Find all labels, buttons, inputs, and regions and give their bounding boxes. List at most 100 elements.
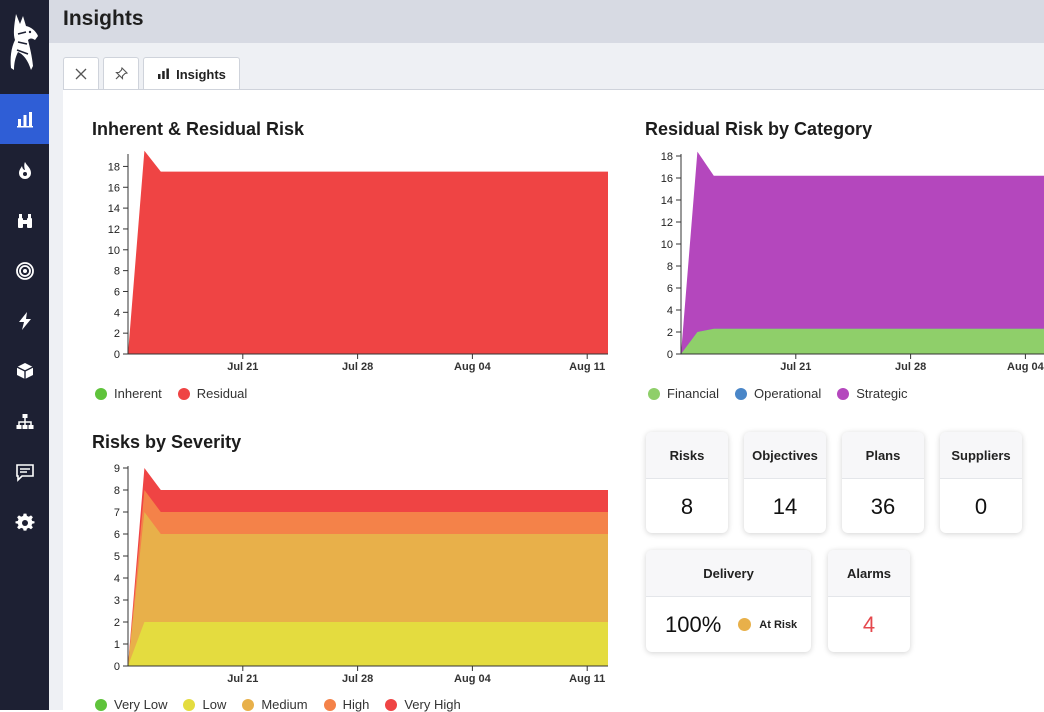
y-tick-label: 3 [114, 595, 120, 607]
legend-label: Inherent [114, 386, 162, 401]
legend-residual-by-category: Financial Operational Strategic [648, 386, 908, 401]
legend-swatch [385, 698, 398, 711]
x-tick-label: Jul 21 [227, 361, 258, 373]
y-tick-label: 0 [114, 349, 120, 361]
stat-label: Suppliers [940, 432, 1022, 479]
y-tick-label: 2 [114, 617, 120, 629]
top-bar: Insights [49, 0, 1044, 43]
stat-card-delivery[interactable]: Delivery 100% At Risk [646, 550, 811, 652]
y-tick-label: 5 [114, 551, 120, 563]
legend-label: Strategic [856, 386, 908, 401]
chat-icon [15, 464, 34, 482]
stat-label: Risks [646, 432, 728, 479]
delivery-body: 100% At Risk [646, 597, 811, 652]
area-series-strategic[interactable] [681, 151, 1044, 354]
tab-label: Insights [176, 66, 226, 82]
stat-card-alarms[interactable]: Alarms 4 [828, 550, 910, 652]
area-series-financial[interactable] [681, 328, 1044, 354]
y-tick-label: 4 [114, 307, 120, 319]
sidebar [0, 0, 49, 710]
sidebar-item-plans[interactable] [0, 296, 49, 346]
y-tick-label: 8 [667, 261, 673, 273]
sidebar-item-settings[interactable] [0, 498, 49, 548]
bar-chart-icon [158, 68, 169, 79]
stat-label: Alarms [828, 550, 910, 597]
legend-swatch [837, 387, 850, 400]
llama-logo-icon[interactable] [6, 10, 44, 74]
lightning-icon [18, 312, 31, 330]
sidebar-item-risks[interactable] [0, 145, 49, 195]
gear-icon [15, 513, 34, 531]
delivery-status: At Risk [738, 618, 797, 631]
y-tick-label: 4 [114, 573, 120, 585]
residual-by-category-chart: 0 2 4 6 8 10 12 14 16 18 Jul 21 Jul 28 Aug 04 [661, 151, 1044, 373]
legend-swatch [95, 387, 107, 400]
y-tick-label: 18 [661, 151, 673, 163]
legend-swatch [323, 698, 336, 711]
stat-value: 36 [870, 493, 896, 519]
y-tick-label: 6 [667, 283, 673, 295]
y-tick-label: 18 [108, 161, 120, 173]
sidebar-item-insights[interactable] [0, 94, 49, 144]
tab-close-button[interactable] [63, 57, 99, 89]
x-tick-label: Jul 28 [895, 361, 926, 373]
x-tick-label: Aug 11 [569, 361, 605, 373]
tab-insights[interactable]: Insights [143, 57, 240, 90]
x-tick-label: Aug 04 [454, 673, 492, 685]
y-tick-label: 14 [108, 203, 120, 215]
y-tick-label: 4 [667, 305, 673, 317]
target-icon [15, 262, 34, 280]
stat-value: 0 [974, 493, 988, 519]
page-title: Insights [63, 7, 144, 30]
stat-value: 100% [665, 611, 722, 637]
sitemap-icon [16, 414, 33, 429]
chart-title-inherent-residual: Inherent & Residual Risk [92, 119, 305, 139]
y-tick-label: 9 [114, 463, 120, 475]
x-tick-label: Jul 21 [227, 673, 258, 685]
legend-swatch [735, 387, 748, 400]
legend-label: Operational [754, 386, 822, 401]
stat-card-risks[interactable]: Risks 8 [646, 432, 728, 533]
stat-label: Delivery [646, 550, 811, 597]
stat-value: 14 [772, 493, 798, 519]
stat-card-suppliers[interactable]: Suppliers 0 [940, 432, 1022, 533]
close-icon [75, 68, 87, 79]
legend-swatch [95, 698, 107, 711]
sidebar-item-org[interactable] [0, 397, 49, 447]
tab-pin-button[interactable] [103, 57, 139, 89]
area-series-low[interactable] [128, 622, 608, 666]
bar-chart-icon [16, 112, 33, 128]
legend-item-residual[interactable]: Residual [177, 386, 248, 401]
x-tick-label: Aug 04 [454, 361, 492, 373]
sidebar-item-messages[interactable] [0, 447, 49, 497]
y-tick-label: 1 [114, 639, 120, 651]
legend-label: Financial [667, 386, 720, 401]
status-dot [738, 618, 752, 631]
y-tick-label: 16 [661, 173, 673, 185]
pin-icon [114, 67, 128, 80]
y-tick-label: 12 [661, 217, 673, 229]
status-label: At Risk [759, 618, 798, 631]
sidebar-item-targets[interactable] [0, 246, 49, 296]
legend-item-inherent[interactable]: Inherent [95, 386, 162, 401]
x-tick-label: Jul 28 [342, 673, 373, 685]
y-tick-label: 8 [114, 266, 120, 278]
legend-item-strategic[interactable]: Strategic [837, 386, 908, 401]
chart-title-by-severity: Risks by Severity [92, 432, 242, 452]
legend-item-operational[interactable]: Operational [735, 386, 821, 401]
y-tick-label: 10 [108, 245, 120, 257]
y-tick-label: 8 [114, 485, 120, 497]
sidebar-item-suppliers[interactable] [0, 346, 49, 396]
by-severity-chart: 0 1 2 3 4 5 6 7 8 9 Jul 21 Jul 28 Aug 04 Aug 11 [114, 463, 608, 685]
stat-card-plans[interactable]: Plans 36 [842, 432, 924, 533]
legend-inherent-residual: Inherent Residual [95, 386, 247, 401]
sidebar-item-objectives[interactable] [0, 196, 49, 246]
area-series-residual[interactable] [128, 150, 608, 354]
y-tick-label: 2 [667, 327, 673, 339]
stat-card-objectives[interactable]: Objectives 14 [744, 432, 826, 533]
y-tick-label: 10 [661, 239, 673, 251]
legend-label: Residual [196, 386, 248, 401]
legend-item-financial[interactable]: Financial [648, 386, 719, 401]
inherent-residual-chart: 0 2 4 6 8 10 12 14 16 18 Jul 21 Jul 28 Aug 04 Aug 11 [108, 150, 608, 373]
y-tick-label: 12 [108, 224, 120, 236]
